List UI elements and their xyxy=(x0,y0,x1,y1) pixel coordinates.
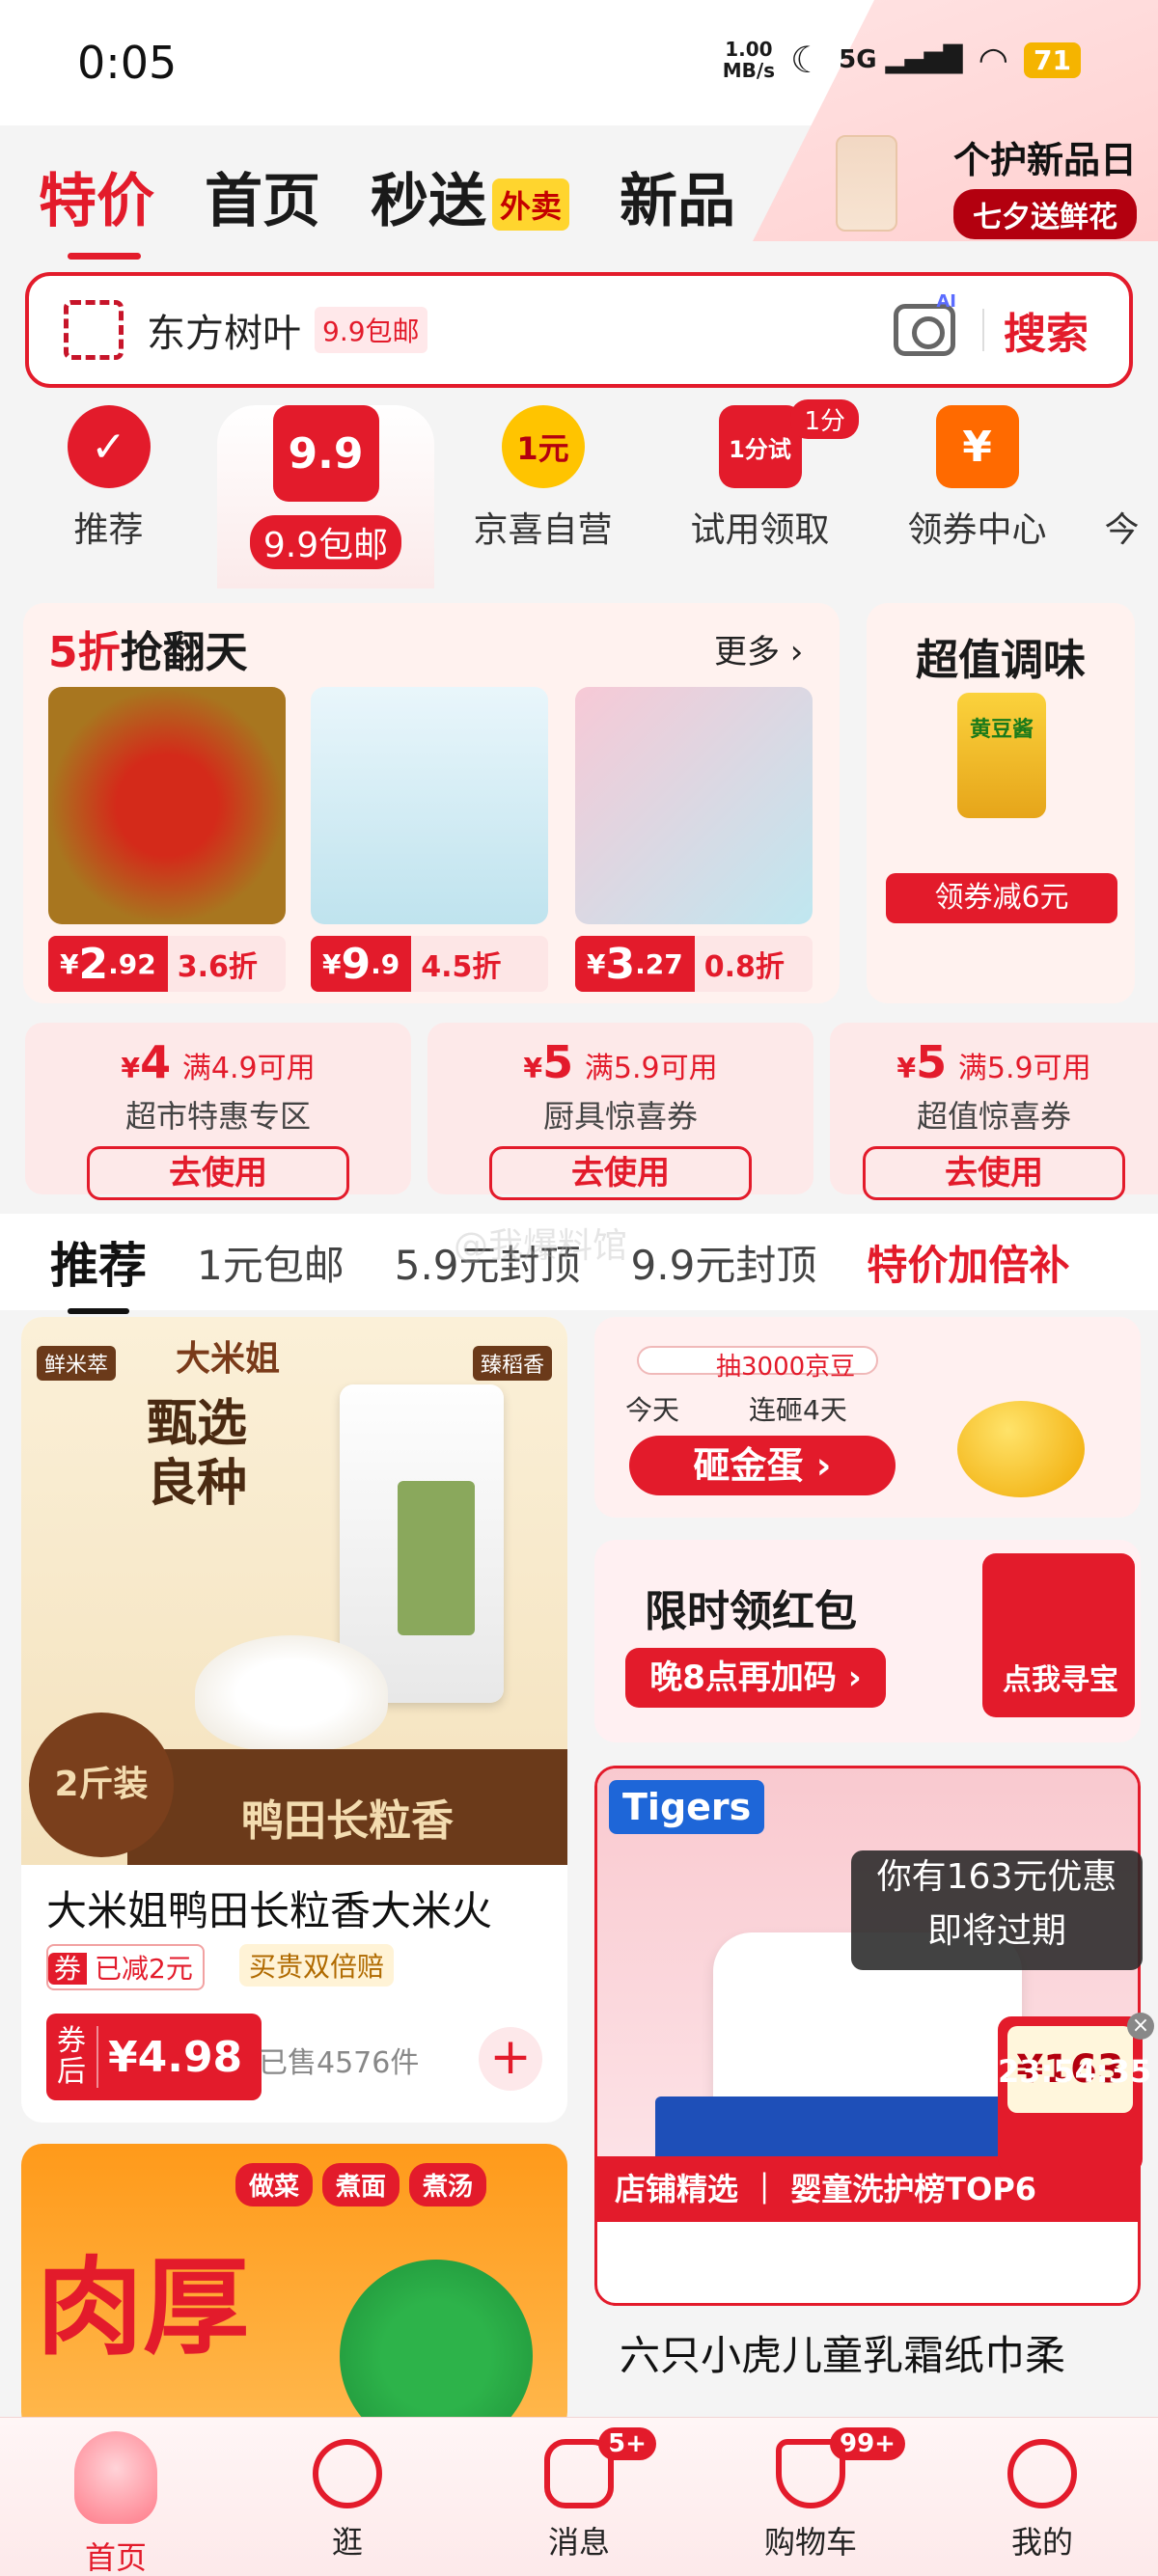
coupon-icon: ¥ xyxy=(935,405,1019,488)
coupon-card: ¥5 满5.9可用 超值惊喜券 去使用 xyxy=(830,1023,1158,1200)
floating-coupon[interactable]: ¥163 23:54:35 xyxy=(998,2016,1151,2173)
product-image-chili[interactable] xyxy=(48,687,286,924)
ai-badge: AI xyxy=(936,291,956,312)
top-tabs: 特价 首页 秒送 外卖 新品 xyxy=(39,154,735,260)
seasoning-title: 超值调味 xyxy=(916,636,1086,685)
mascot-icon xyxy=(74,2431,157,2524)
status-time: 0:05 xyxy=(77,37,178,89)
feed-tab-9-9[interactable]: 9.9元封顶 xyxy=(631,1233,817,1292)
battery-icon: 71 xyxy=(1024,41,1081,78)
coupon-expiry-tooltip: 你有163元优惠 即将过期 xyxy=(851,1850,1143,1970)
smash-egg-button[interactable]: 砸金蛋 › xyxy=(629,1436,896,1495)
tab-tejia[interactable]: 特价 xyxy=(39,154,154,260)
nav-profile[interactable]: 我的 xyxy=(926,2418,1158,2576)
search-input[interactable]: 东方树叶 xyxy=(147,302,301,358)
wifi-icon: ◠ xyxy=(978,40,1009,80)
waimai-badge: 外卖 xyxy=(492,178,570,232)
product-image-drink[interactable] xyxy=(311,687,548,924)
feed-tab-double[interactable]: 特价加倍补 xyxy=(867,1233,1069,1292)
guarantee-tag: 买贵双倍赔 xyxy=(239,1944,395,1987)
more-link[interactable]: 更多 › xyxy=(714,625,803,672)
search-button[interactable]: 搜索 xyxy=(1004,299,1089,361)
tab-miaosong[interactable]: 秒送 外卖 xyxy=(371,154,570,238)
category-more[interactable]: 今 xyxy=(1086,405,1158,589)
price-tag: ¥2.92 3.6折 xyxy=(48,936,286,992)
seasoning-image: 黄豆酱 xyxy=(957,693,1046,818)
check-star-icon: ✓ xyxy=(67,405,151,488)
close-icon[interactable]: × xyxy=(1127,2013,1154,2040)
coupon-tag: 券已减2元 xyxy=(46,1944,205,1990)
camera-icon[interactable]: AI xyxy=(894,291,956,356)
category-jingxi[interactable]: 1元 京喜自营 xyxy=(434,405,651,589)
add-to-cart-button[interactable]: + xyxy=(479,2027,542,2091)
search-divider xyxy=(982,309,984,351)
use-coupon-button[interactable]: 去使用 xyxy=(489,1146,752,1200)
watermark: @我爆料馆 xyxy=(454,1226,628,1266)
price-tag: ¥9.9 4.5折 xyxy=(311,936,548,992)
category-row: ✓ 推荐 9.9 9.9包邮 1元 京喜自营 1分 1分试 试用领取 ¥ 领券中… xyxy=(0,399,1158,589)
nav-home[interactable]: 首页 xyxy=(0,2418,232,2576)
golden-egg-icon[interactable] xyxy=(957,1401,1085,1497)
tab-new[interactable]: 新品 xyxy=(620,154,735,238)
red-packet-button[interactable]: 晚8点再加码 › xyxy=(625,1648,886,1708)
red-packet-title: 限时领红包 xyxy=(645,1587,857,1636)
coupon-card: ¥5 满5.9可用 厨具惊喜券 去使用 xyxy=(427,1023,813,1200)
nav-messages[interactable]: 5+ 消息 xyxy=(463,2418,695,2576)
tab-home[interactable]: 首页 xyxy=(205,154,320,238)
perfume-image xyxy=(836,135,897,232)
product-title: 六只小虎儿童乳霜纸巾柔 xyxy=(620,2332,1066,2379)
moon-icon: ☾ xyxy=(790,39,824,81)
use-coupon-button[interactable]: 去使用 xyxy=(87,1146,349,1200)
status-icons: 1.00 MB/s ☾ 5G ▂▄▆█ ◠ 71 xyxy=(723,39,1081,81)
browse-icon xyxy=(313,2439,382,2508)
category-coupon-center[interactable]: ¥ 领券中心 xyxy=(868,405,1086,589)
promo-banner[interactable]: 个护新品日 七夕送鲜花 xyxy=(952,130,1137,239)
nav-browse[interactable]: 逛 xyxy=(232,2418,463,2576)
product-card-rice[interactable]: 鲜米萃 大米姐 臻稻香 甄选 良种 鸭田长粒香 2斤装 大米姐鸭田长粒香大米火 … xyxy=(21,1317,567,2123)
bottom-nav: 首页 逛 5+ 消息 99+ 购物车 我的 xyxy=(0,2417,1158,2576)
coupon-card: ¥4 满4.9可用 超市特惠专区 去使用 xyxy=(25,1023,411,1200)
half-price-title: 5折抢翻天 xyxy=(48,628,248,677)
product-image-rice: 鲜米萃 大米姐 臻稻香 甄选 良种 鸭田长粒香 2斤装 xyxy=(21,1317,567,1865)
category-9-9[interactable]: 9.9 9.9包邮 xyxy=(217,405,434,589)
seasoning-coupon-button[interactable]: 领券减6元 xyxy=(886,873,1117,923)
product-price: 券后 ¥4.98 xyxy=(46,2014,262,2100)
category-recommend[interactable]: ✓ 推荐 xyxy=(0,405,217,589)
price-tag: ¥3.27 0.8折 xyxy=(575,936,813,992)
message-icon xyxy=(544,2439,614,2508)
nine-nine-icon: 9.9 xyxy=(272,405,379,502)
promo-subtitle: 七夕送鲜花 xyxy=(952,189,1137,239)
trial-bag-icon: 1分试 xyxy=(718,405,802,488)
promo-title: 个护新品日 xyxy=(952,139,1137,181)
search-bar[interactable]: 东方树叶 9.9包邮 AI 搜索 xyxy=(25,272,1133,388)
trial-badge: 1分 xyxy=(790,399,859,439)
product-card-tomato[interactable]: 做菜 煮面 煮汤 肉厚 xyxy=(21,2144,567,2433)
sold-count: 已售4576件 xyxy=(259,2046,420,2080)
nav-cart[interactable]: 99+ 购物车 xyxy=(695,2418,926,2576)
scan-icon[interactable] xyxy=(64,300,124,360)
feed-tab-1yuan[interactable]: 1元包邮 xyxy=(197,1233,345,1292)
feed-tab-recommend[interactable]: 推荐 xyxy=(50,1227,147,1314)
profile-icon xyxy=(1007,2439,1077,2508)
product-title: 大米姐鸭田长粒香大米火 xyxy=(46,1887,493,1934)
one-yuan-icon: 1元 xyxy=(501,405,585,488)
net-speed: 1.00 MB/s xyxy=(722,38,776,82)
cart-icon xyxy=(776,2439,845,2508)
use-coupon-button[interactable]: 去使用 xyxy=(863,1146,1125,1200)
product-image-comb[interactable] xyxy=(575,687,813,924)
category-trial[interactable]: 1分 1分试 试用领取 xyxy=(651,399,868,589)
signal-icon: 5G ▂▄▆█ xyxy=(839,45,963,74)
search-tag: 9.9包邮 xyxy=(315,307,427,353)
category-icon xyxy=(1086,405,1158,488)
